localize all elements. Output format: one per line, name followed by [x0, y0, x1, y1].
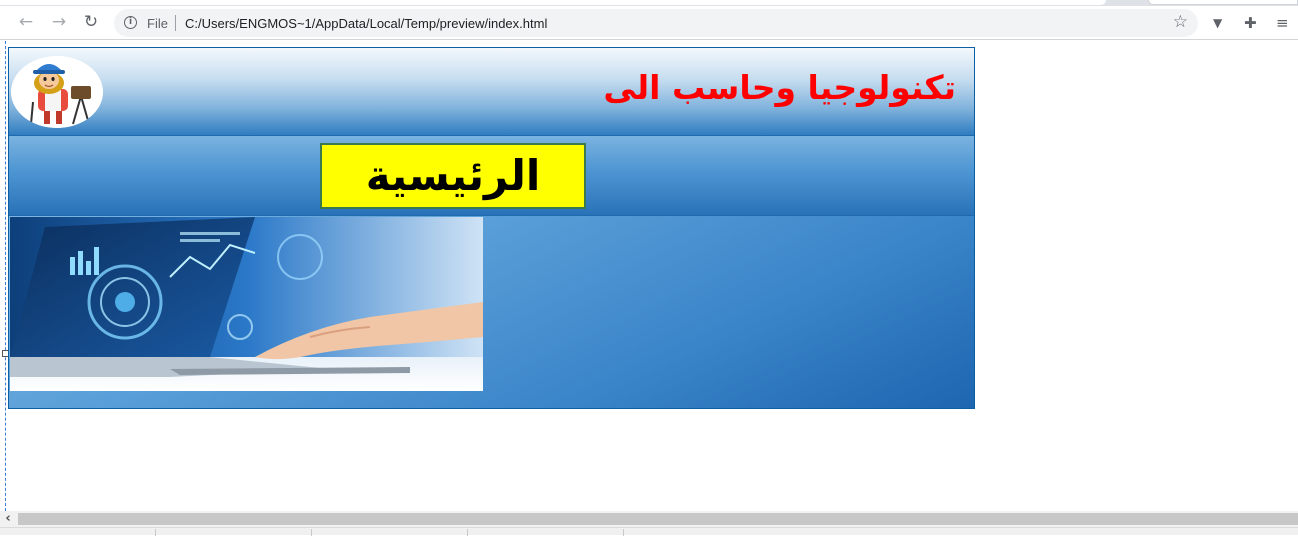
back-button[interactable]: ←	[14, 10, 38, 34]
reload-button[interactable]: ↻	[79, 10, 103, 34]
mascot-logo	[11, 56, 103, 128]
extension-v-icon[interactable]: ▼	[1213, 16, 1222, 30]
active-tab[interactable]	[0, 0, 1106, 5]
scrollbar-thumb[interactable]	[18, 513, 1298, 525]
reload-icon: ↻	[83, 12, 99, 32]
file-scheme-label[interactable]: File	[147, 16, 168, 31]
site-title: تكنولوجيا وحاسب الى	[603, 68, 956, 107]
nav-bar: الرئيسية	[9, 136, 974, 216]
layout-guide-line	[5, 41, 6, 511]
horizontal-scrollbar[interactable]: ‹	[0, 511, 1298, 527]
home-button[interactable]: الرئيسية	[320, 143, 586, 209]
address-separator	[175, 15, 176, 31]
extensions-puzzle-icon[interactable]: ✚	[1244, 14, 1257, 32]
scroll-left-icon[interactable]: ‹	[2, 511, 14, 527]
address-bar[interactable]: i File C:/Users/ENGMOS~1/AppData/Local/T…	[114, 9, 1198, 37]
laptop-hand-illustration	[10, 217, 483, 391]
arrow-right-icon: →	[51, 12, 67, 32]
bookmark-star-icon[interactable]: ☆	[1173, 12, 1188, 32]
forward-button[interactable]: →	[47, 10, 71, 34]
status-bar	[0, 527, 1298, 536]
arrow-left-icon: ←	[18, 12, 34, 32]
url-text[interactable]: C:/Users/ENGMOS~1/AppData/Local/Temp/pre…	[185, 16, 547, 31]
hero-laptop-image	[10, 217, 483, 391]
browser-toolbar: ← → ↻ i File C:/Users/ENGMOS~1/AppData/L…	[0, 6, 1298, 40]
info-icon[interactable]: i	[124, 16, 137, 29]
page-viewport: تكنولوجيا وحاسب الى الرئيسية	[0, 41, 1298, 511]
content-area	[9, 216, 974, 408]
media-control-icon[interactable]: ≡	[1276, 14, 1289, 32]
site-header: تكنولوجيا وحاسب الى	[9, 48, 974, 136]
site-container: تكنولوجيا وحاسب الى الرئيسية	[8, 47, 975, 409]
home-button-label: الرئيسية	[365, 151, 541, 200]
new-tab-area[interactable]	[1148, 0, 1298, 5]
engineer-mascot-icon	[11, 56, 103, 128]
